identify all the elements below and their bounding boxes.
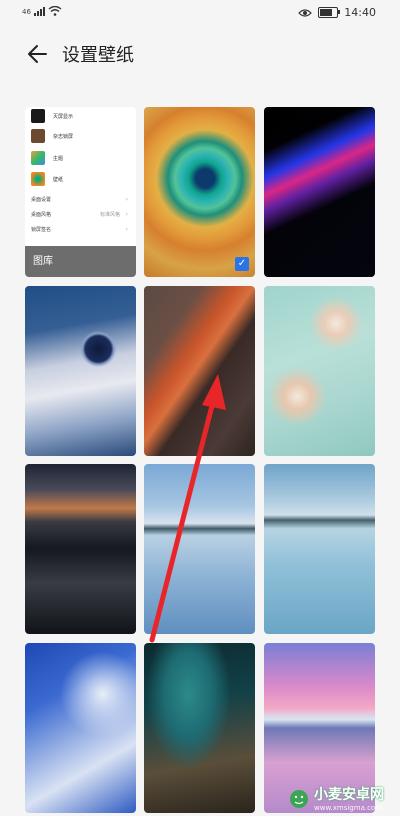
wifi-icon: [48, 6, 62, 16]
chevron-right-icon: ›: [62, 132, 66, 140]
watermark-text: 小麦安卓网: [314, 787, 384, 803]
setting-label: 桌面风格: [31, 212, 52, 218]
signal-indicators: 46: [22, 6, 62, 16]
android-logo-icon: [290, 790, 308, 808]
wallpaper-mountain-sunset[interactable]: [25, 464, 136, 634]
setting-label: 桌面设置: [31, 197, 52, 203]
wallpaper-blue-ink[interactable]: [25, 643, 136, 813]
gallery-tile[interactable]: 灭屏显示 › 杂志锁屏 › 主题 › 壁纸 › 桌面设置 › 桌面风格 标准风格…: [25, 107, 136, 277]
wallpaper-green-wave[interactable]: [144, 643, 255, 813]
gallery-label: 图库: [25, 246, 136, 277]
gallery-setting-line: 锁屏签名 ›: [31, 226, 130, 240]
wallpaper-neon-streaks[interactable]: [264, 107, 375, 277]
setting-value: 标准风格: [99, 212, 120, 218]
preview-thumb: [31, 151, 45, 165]
wallpaper-jade-marble[interactable]: [264, 286, 375, 456]
network-type: 46: [22, 8, 31, 16]
clock: 14:40: [344, 6, 376, 19]
chevron-right-icon: ›: [125, 211, 128, 218]
status-bar: 46 14:40: [0, 0, 400, 28]
setting-label: 锁屏签名: [31, 227, 52, 233]
site-watermark: 小麦安卓网 www.xmsigma.com: [288, 784, 384, 812]
chevron-right-icon: ›: [125, 226, 128, 233]
chevron-right-icon: ›: [125, 196, 128, 203]
page-title: 设置壁纸: [62, 45, 134, 66]
preview-thumb: [31, 172, 45, 186]
preview-thumb: [31, 129, 45, 143]
chevron-right-icon: ›: [62, 112, 66, 120]
gallery-setting-line: 桌面设置 ›: [31, 196, 130, 210]
gallery-preview-item: 杂志锁屏 ›: [31, 129, 73, 143]
battery-icon: [318, 7, 341, 18]
wallpaper-lake-town[interactable]: [144, 464, 255, 634]
wallpaper-swirl-teal[interactable]: ✓: [144, 107, 255, 277]
wallpaper-lake-bridge[interactable]: [264, 464, 375, 634]
gallery-preview-item: 主题 ›: [31, 151, 63, 165]
back-arrow-icon[interactable]: [26, 42, 50, 66]
chevron-right-icon: ›: [52, 154, 56, 162]
gallery-preview-item: 壁纸 ›: [31, 172, 63, 186]
gallery-setting-line: 桌面风格 标准风格 ›: [31, 211, 130, 225]
eye-comfort-icon: [298, 8, 313, 17]
preview-thumb: [31, 109, 45, 123]
status-right: 14:40: [298, 6, 376, 19]
wallpaper-red-terrain[interactable]: [144, 286, 255, 456]
selected-check-icon: ✓: [235, 257, 249, 271]
watermark-url: www.xmsigma.com: [314, 804, 383, 812]
gallery-preview-item: 灭屏显示 ›: [31, 109, 73, 123]
chevron-right-icon: ›: [52, 175, 56, 183]
app-header: 设置壁纸: [0, 28, 400, 80]
signal-icon: [33, 7, 45, 16]
wallpaper-silver-orb[interactable]: [25, 286, 136, 456]
